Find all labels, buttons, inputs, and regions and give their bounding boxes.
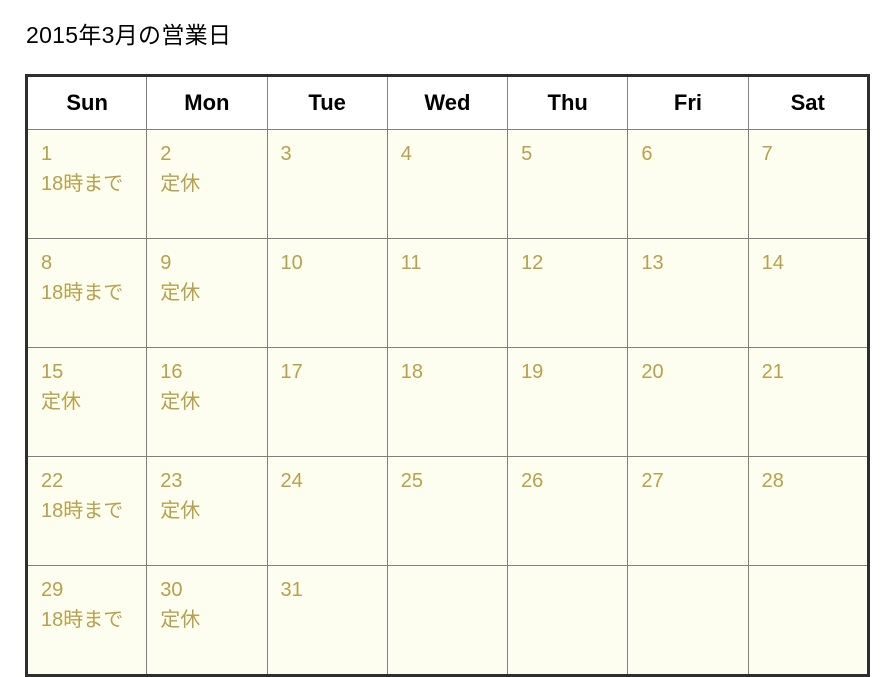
calendar-day-cell[interactable]: 17 (266, 347, 388, 457)
day-number: 22 (41, 470, 64, 492)
day-number: 12 (521, 252, 544, 274)
calendar-week-row: 8 18時まで 9 定休 10 11 12 13 14 (25, 238, 869, 348)
day-note: 定休 (160, 500, 201, 522)
day-number: 18 (400, 361, 424, 383)
calendar-day-cell[interactable]: 11 (386, 238, 509, 348)
day-number: 19 (521, 361, 544, 383)
day-number: 7 (761, 143, 773, 165)
calendar-empty-cell (627, 565, 749, 676)
calendar-container: Sun Mon Tue Wed Thu Fri Sat 1 18時まで 2 定休 3 4 5… (25, 74, 870, 677)
calendar-day-cell[interactable]: 8 18時まで (25, 238, 148, 348)
column-header-thu: Thu (507, 75, 629, 130)
day-number: 8 (41, 252, 53, 274)
calendar-day-cell[interactable]: 5 (507, 129, 629, 239)
calendar-day-cell[interactable]: 28 (747, 456, 869, 566)
day-number: 2 (160, 143, 172, 165)
day-number: 21 (761, 361, 784, 383)
day-number: 5 (521, 143, 533, 165)
calendar-day-cell[interactable]: 12 (507, 238, 629, 348)
day-number: 14 (761, 252, 784, 274)
day-note: 定休 (160, 173, 201, 195)
day-number: 10 (280, 252, 303, 274)
column-header-mon: Mon (146, 75, 268, 130)
day-number: 17 (280, 361, 303, 383)
day-number: 31 (280, 579, 303, 601)
business-days-calendar: Sun Mon Tue Wed Thu Fri Sat 1 18時まで 2 定休 3 4 5… (25, 74, 870, 677)
day-number: 13 (641, 252, 664, 274)
day-number: 15 (41, 361, 64, 383)
calendar-day-cell[interactable]: 29 18時まで (25, 565, 148, 676)
column-header-wed: Wed (386, 75, 509, 130)
day-number: 1 (41, 143, 53, 165)
calendar-week-row: 22 18時まで 23 定休 24 25 26 27 28 (25, 456, 869, 566)
column-header-fri: Fri (627, 75, 749, 130)
calendar-empty-cell (386, 565, 509, 676)
calendar-day-cell[interactable]: 18 (386, 347, 509, 457)
page-title: 2015年3月の営業日 (26, 22, 232, 48)
column-header-tue: Tue (266, 75, 388, 130)
day-number: 26 (521, 470, 544, 492)
day-number: 29 (41, 579, 64, 601)
calendar-day-cell[interactable]: 16 定休 (146, 347, 268, 457)
day-number: 3 (280, 143, 292, 165)
calendar-day-cell[interactable]: 10 (266, 238, 388, 348)
day-note: 18時まで (41, 500, 124, 522)
day-number: 4 (400, 143, 412, 165)
calendar-empty-cell (747, 565, 869, 676)
calendar-day-cell[interactable]: 1 18時まで (25, 129, 148, 239)
calendar-day-cell[interactable]: 14 (747, 238, 869, 348)
calendar-week-row: 15 定休 16 定休 17 18 19 20 21 (25, 347, 869, 457)
calendar-day-cell[interactable]: 25 (386, 456, 509, 566)
day-number: 30 (160, 579, 183, 601)
calendar-day-cell[interactable]: 21 (747, 347, 869, 457)
day-note: 18時まで (41, 609, 124, 631)
calendar-week-row: 1 18時まで 2 定休 3 4 5 6 7 (25, 129, 869, 239)
calendar-day-cell[interactable]: 9 定休 (146, 238, 268, 348)
day-note: 定休 (160, 391, 201, 413)
day-number: 24 (280, 470, 303, 492)
day-number: 28 (761, 470, 784, 492)
day-note: 18時まで (41, 282, 124, 304)
day-note: 定休 (160, 282, 201, 304)
calendar-week-row: 29 18時まで 30 定休 31 (25, 565, 869, 676)
day-number: 16 (160, 361, 183, 383)
calendar-day-cell[interactable]: 19 (507, 347, 629, 457)
calendar-day-cell[interactable]: 3 (266, 129, 388, 239)
day-number: 11 (400, 252, 422, 274)
calendar-body: 1 18時まで 2 定休 3 4 5 6 7 8 18時まで 9 定休 10 11 12 13 14 15 定休 16 定… (25, 129, 869, 676)
day-number: 6 (641, 143, 653, 165)
day-number: 9 (160, 252, 172, 274)
calendar-day-cell[interactable]: 13 (627, 238, 749, 348)
calendar-page: 2015年3月の営業日 Sun Mon Tue Wed Thu Fri Sat … (0, 0, 892, 677)
calendar-day-cell[interactable]: 27 (627, 456, 749, 566)
calendar-day-cell[interactable]: 30 定休 (146, 565, 268, 676)
calendar-day-cell[interactable]: 2 定休 (146, 129, 268, 239)
day-number: 23 (160, 470, 183, 492)
calendar-day-cell[interactable]: 24 (266, 456, 388, 566)
calendar-empty-cell (507, 565, 629, 676)
calendar-day-cell[interactable]: 6 (627, 129, 749, 239)
calendar-day-cell[interactable]: 22 18時まで (25, 456, 148, 566)
calendar-day-cell[interactable]: 7 (747, 129, 869, 239)
day-note: 定休 (41, 391, 81, 413)
calendar-day-cell[interactable]: 26 (507, 456, 629, 566)
day-number: 27 (641, 470, 664, 492)
calendar-day-cell[interactable]: 4 (386, 129, 509, 239)
calendar-day-cell[interactable]: 20 (627, 347, 749, 457)
day-note: 定休 (160, 609, 201, 631)
day-number: 25 (400, 470, 424, 492)
calendar-day-cell[interactable]: 23 定休 (146, 456, 268, 566)
day-number: 20 (641, 361, 664, 383)
calendar-day-cell[interactable]: 31 (266, 565, 388, 676)
column-header-sat: Sat (747, 75, 869, 130)
calendar-day-cell[interactable]: 15 定休 (25, 347, 148, 457)
calendar-header-row: Sun Mon Tue Wed Thu Fri Sat (25, 75, 869, 130)
column-header-sun: Sun (25, 75, 148, 130)
day-note: 18時まで (41, 173, 124, 195)
